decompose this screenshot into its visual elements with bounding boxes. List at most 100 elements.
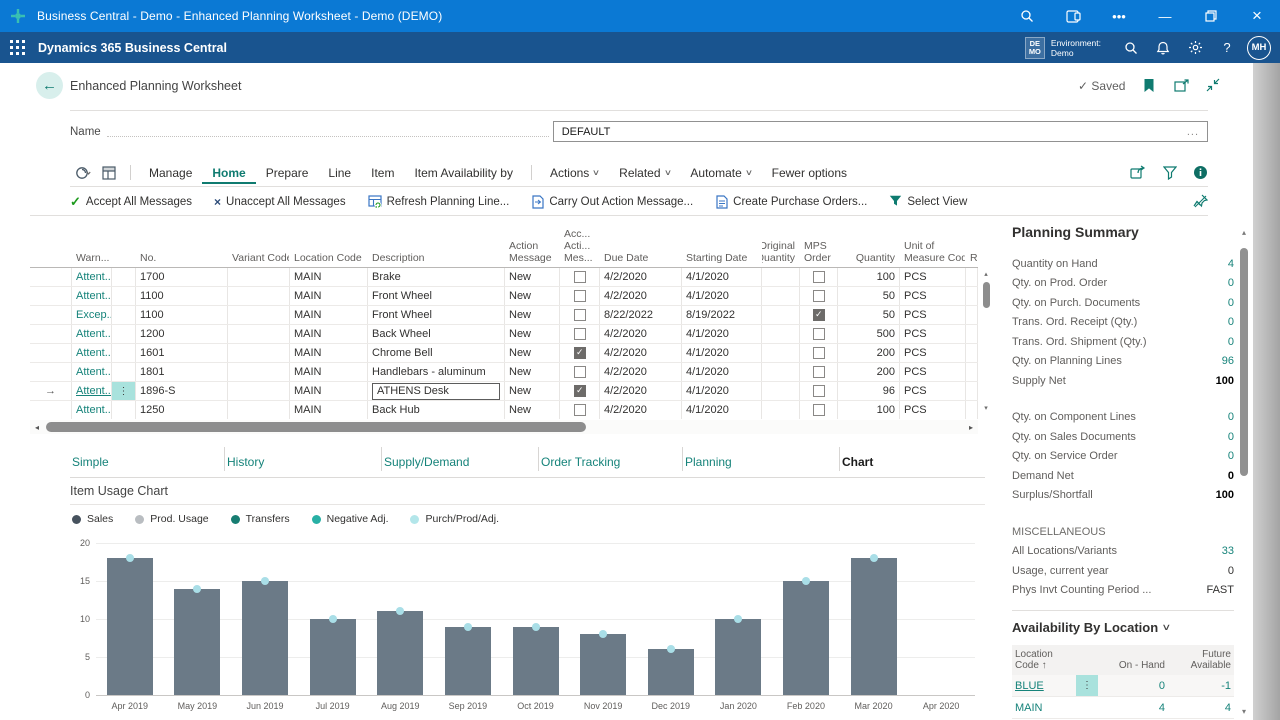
environment-badge[interactable]: DEMO — [1025, 37, 1045, 59]
waffle-icon[interactable] — [10, 40, 26, 56]
grid-vertical-scrollbar[interactable]: ▴▾ — [980, 270, 992, 456]
cell-action[interactable]: New — [505, 344, 560, 362]
cell-description[interactable]: ATHENS Desk — [368, 382, 505, 400]
scroll-down-icon[interactable]: ▾ — [1238, 707, 1250, 716]
cell-re[interactable] — [966, 325, 978, 343]
table-row[interactable]: Excep...1100MAINFront WheelNew8/22/20228… — [30, 306, 978, 325]
cell-action[interactable]: New — [505, 287, 560, 305]
cell-mps[interactable] — [800, 363, 838, 381]
mps-checkbox[interactable] — [813, 328, 825, 340]
create-purchase-orders-button[interactable]: Create Purchase Orders... — [715, 195, 867, 209]
mps-checkbox[interactable] — [813, 290, 825, 302]
cell-variant[interactable] — [228, 363, 290, 381]
cell-variant[interactable] — [228, 306, 290, 324]
tab-supply-demand[interactable]: Supply/Demand — [382, 447, 539, 471]
assist-edit-icon[interactable]: ... — [1187, 126, 1199, 138]
summary-value[interactable]: 33 — [1222, 545, 1234, 557]
cell-starting[interactable]: 4/1/2020 — [682, 382, 762, 400]
column-header-location[interactable]: Location Code — [290, 222, 368, 267]
cell-accepted[interactable] — [560, 401, 600, 419]
column-header-no[interactable]: No. — [136, 222, 228, 267]
mps-checkbox[interactable] — [813, 347, 825, 359]
cell-uom[interactable]: PCS — [900, 401, 966, 419]
location-link[interactable]: BLUE — [1012, 675, 1076, 696]
cell-re[interactable] — [966, 363, 978, 381]
table-row[interactable]: Attent...1700MAINBrakeNew4/2/20204/1/202… — [30, 268, 978, 287]
menu-item-actions[interactable]: Actions ∨ — [540, 162, 609, 184]
cell-location[interactable]: MAIN — [290, 287, 368, 305]
cell-starting[interactable]: 4/1/2020 — [682, 325, 762, 343]
bar-apr-2019[interactable] — [107, 558, 153, 695]
row-selector[interactable] — [30, 268, 72, 286]
close-button[interactable]: × — [1234, 0, 1280, 32]
scroll-right-icon[interactable]: ▸ — [964, 423, 978, 432]
cell-no[interactable]: 1100 — [136, 306, 228, 324]
cell-description[interactable]: Front Wheel — [368, 287, 505, 305]
cell-warn[interactable]: Attent... — [72, 363, 112, 381]
cell-warn[interactable]: Excep... — [72, 306, 112, 324]
location-link[interactable]: MAIN — [1012, 697, 1076, 718]
mps-checkbox[interactable] — [813, 309, 825, 321]
summary-value[interactable]: 0 — [1228, 277, 1234, 289]
row-menu-icon[interactable] — [112, 363, 135, 381]
cell-action[interactable]: New — [505, 401, 560, 419]
row-menu-icon[interactable]: ⋮ — [112, 382, 135, 400]
mps-checkbox[interactable] — [813, 385, 825, 397]
summary-value[interactable]: 0 — [1228, 316, 1234, 328]
titlebar-search-icon[interactable] — [1004, 0, 1050, 32]
unaccept-all-messages-button[interactable]: ×Unaccept All Messages — [214, 195, 346, 209]
availability-column-header[interactable]: LocationCode ↑ — [1012, 645, 1076, 675]
column-header-accepted[interactable]: Acc...Acti...Mes... — [560, 222, 600, 267]
cell-re[interactable] — [966, 401, 978, 419]
availability-row[interactable]: MAIN44 — [1012, 697, 1234, 719]
accepted-checkbox[interactable] — [574, 347, 586, 359]
share-icon[interactable] — [1130, 165, 1147, 180]
restore-button[interactable] — [1188, 0, 1234, 32]
cell-orig_qty[interactable] — [762, 287, 800, 305]
bar-sep-2019[interactable] — [445, 627, 491, 695]
cell-accepted[interactable] — [560, 382, 600, 400]
cell-due[interactable]: 4/2/2020 — [600, 287, 682, 305]
cell-qty[interactable]: 200 — [838, 344, 900, 362]
filter-icon[interactable] — [1163, 166, 1177, 180]
cell-variant[interactable] — [228, 401, 290, 419]
on-hand-value[interactable]: 4 — [1098, 697, 1168, 718]
bar-dec-2019[interactable] — [648, 649, 694, 695]
cell-re[interactable] — [966, 382, 978, 400]
cell-accepted[interactable] — [560, 306, 600, 324]
table-row[interactable]: →Attent...⋮1896-SMAINATHENS DeskNew4/2/2… — [30, 382, 978, 401]
bar-jul-2019[interactable] — [310, 619, 356, 695]
column-header-menu[interactable] — [112, 222, 136, 267]
cell-re[interactable] — [966, 268, 978, 286]
row-menu-icon[interactable] — [112, 268, 135, 286]
cell-starting[interactable]: 4/1/2020 — [682, 268, 762, 286]
cell-mps[interactable] — [800, 382, 838, 400]
cell-due[interactable]: 8/22/2022 — [600, 306, 682, 324]
open-in-window-icon[interactable] — [1172, 76, 1190, 94]
menu-item-item[interactable]: Item — [361, 162, 404, 184]
cell-menu[interactable] — [112, 287, 136, 305]
bar-oct-2019[interactable] — [513, 627, 559, 695]
cell-warn[interactable]: Attent... — [72, 268, 112, 286]
cell-warn[interactable]: Attent... — [72, 344, 112, 362]
cell-re[interactable] — [966, 287, 978, 305]
cell-location[interactable]: MAIN — [290, 401, 368, 419]
cell-description[interactable]: Front Wheel — [368, 306, 505, 324]
point-sep-2019[interactable] — [464, 623, 472, 631]
minimize-button[interactable]: — — [1142, 0, 1188, 32]
accepted-checkbox[interactable] — [574, 404, 586, 416]
cycle-views-icon[interactable] — [70, 165, 96, 181]
cell-uom[interactable]: PCS — [900, 287, 966, 305]
cell-location[interactable]: MAIN — [290, 306, 368, 324]
column-header-starting[interactable]: Starting Date — [682, 222, 762, 267]
column-header-uom[interactable]: Unit ofMeasure Code — [900, 222, 966, 267]
cell-orig_qty[interactable] — [762, 344, 800, 362]
row-menu-icon[interactable]: ⋮ — [1076, 675, 1098, 696]
bar-jan-2020[interactable] — [715, 619, 761, 695]
cell-mps[interactable] — [800, 268, 838, 286]
menu-item-related[interactable]: Related ∨ — [609, 162, 680, 184]
cell-description[interactable]: Brake — [368, 268, 505, 286]
titlebar-more-icon[interactable]: ••• — [1096, 0, 1142, 32]
row-menu-icon[interactable] — [112, 401, 135, 419]
cell-re[interactable] — [966, 344, 978, 362]
